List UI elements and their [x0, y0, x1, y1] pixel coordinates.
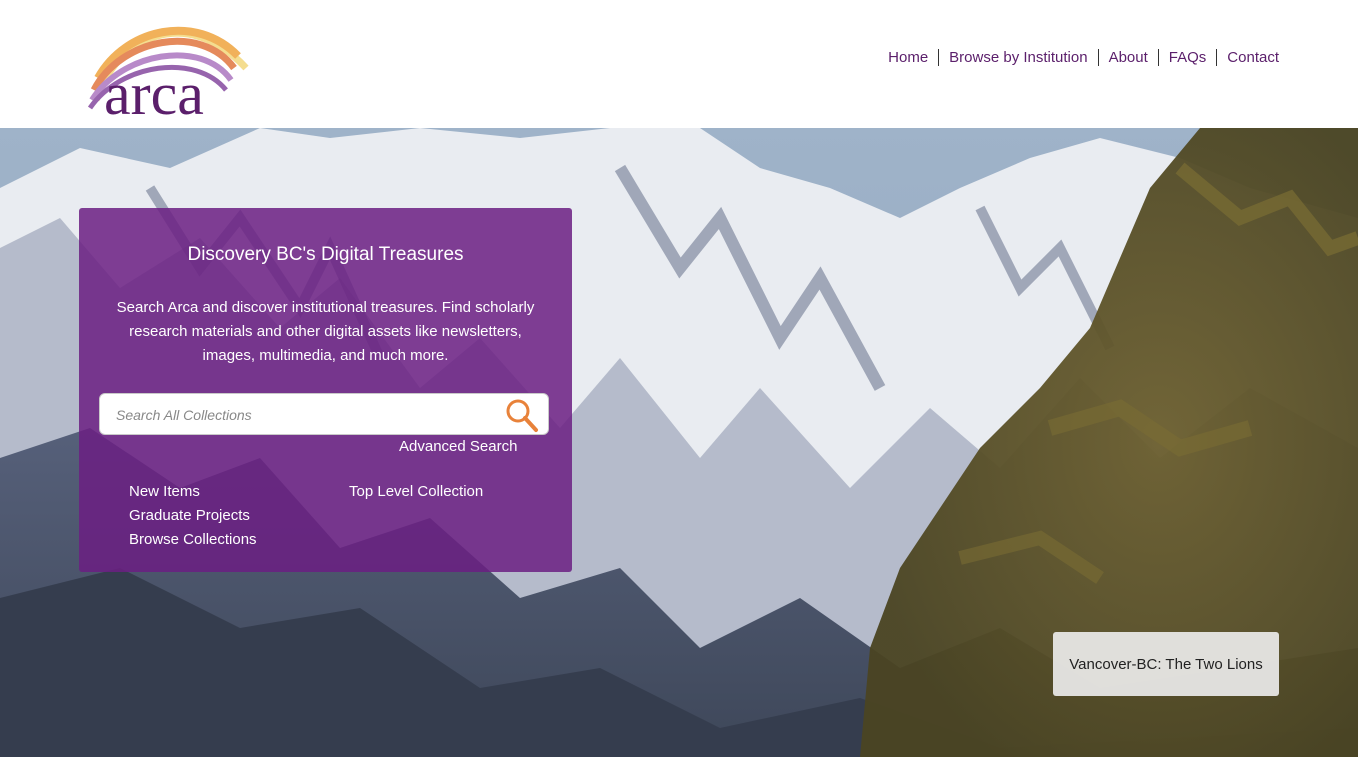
- panel-description: Search Arca and discover institutional t…: [116, 299, 535, 364]
- discovery-panel: Discovery BC's Digital Treasures Search …: [79, 208, 572, 572]
- quick-links-left: New Items Graduate Projects Browse Colle…: [129, 480, 257, 552]
- arca-logo[interactable]: arca: [86, 8, 256, 127]
- nav-about[interactable]: About: [1099, 48, 1158, 67]
- nav-contact[interactable]: Contact: [1217, 48, 1279, 67]
- nav-home[interactable]: Home: [878, 48, 938, 67]
- advanced-search-link[interactable]: Advanced Search: [399, 438, 517, 455]
- panel-title: Discovery BC's Digital Treasures: [187, 244, 464, 265]
- nav-faqs[interactable]: FAQs: [1159, 48, 1217, 67]
- search-input[interactable]: [114, 404, 498, 426]
- quick-links-right: Top Level Collection: [349, 480, 483, 504]
- search-box: [99, 393, 549, 435]
- search-button[interactable]: [502, 396, 542, 434]
- link-graduate-projects[interactable]: Graduate Projects: [129, 504, 257, 528]
- main-nav: Home Browse by Institution About FAQs Co…: [878, 48, 1279, 67]
- link-new-items[interactable]: New Items: [129, 480, 257, 504]
- link-top-level-collection[interactable]: Top Level Collection: [349, 480, 483, 504]
- link-browse-collections[interactable]: Browse Collections: [129, 528, 257, 552]
- logo-wordmark: arca: [104, 61, 204, 122]
- hero-caption: Vancover-BC: The Two Lions: [1053, 632, 1279, 696]
- magnifier-icon: [506, 399, 538, 432]
- site-header: arca Home Browse by Institution About FA…: [0, 0, 1358, 128]
- nav-browse-by-institution[interactable]: Browse by Institution: [939, 48, 1097, 67]
